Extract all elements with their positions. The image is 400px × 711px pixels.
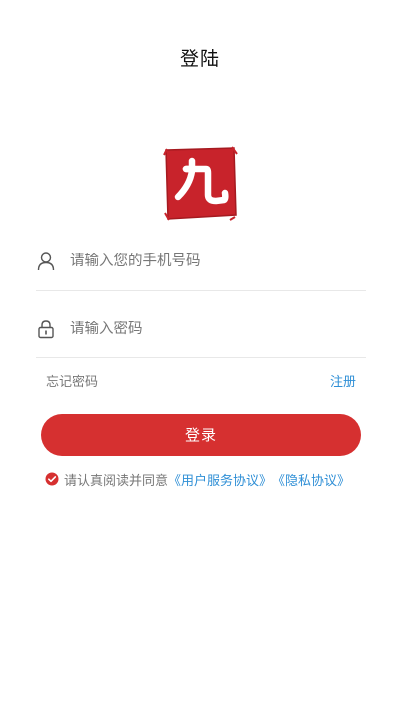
lock-icon xyxy=(36,319,56,339)
password-field[interactable] xyxy=(36,314,366,344)
login-screen: 登陆 忘记密码 xyxy=(0,0,400,711)
agreement-text: 请认真阅读并同意 xyxy=(64,473,169,489)
phone-field[interactable] xyxy=(36,246,366,276)
password-divider xyxy=(36,357,366,358)
page-title: 登陆 xyxy=(179,48,220,70)
service-agreement-link[interactable]: 《用户服务协议》 xyxy=(168,470,272,489)
aux-links: 忘记密码 注册 xyxy=(46,370,356,390)
checkbox-checked-icon[interactable] xyxy=(45,472,59,486)
phone-divider xyxy=(36,290,366,291)
login-button[interactable]: 登录 xyxy=(41,414,361,456)
register-link[interactable]: 注册 xyxy=(330,371,356,390)
privacy-agreement-link[interactable]: 《隐私协议》 xyxy=(272,470,350,489)
forgot-password-link[interactable]: 忘记密码 xyxy=(46,371,98,390)
password-input[interactable] xyxy=(70,321,350,337)
app-logo xyxy=(162,145,238,221)
phone-input[interactable] xyxy=(70,253,350,269)
user-icon xyxy=(36,251,56,271)
agreement-row: 请认真阅读并同意 《用户服务协议》 《隐私协议》 xyxy=(45,470,375,489)
